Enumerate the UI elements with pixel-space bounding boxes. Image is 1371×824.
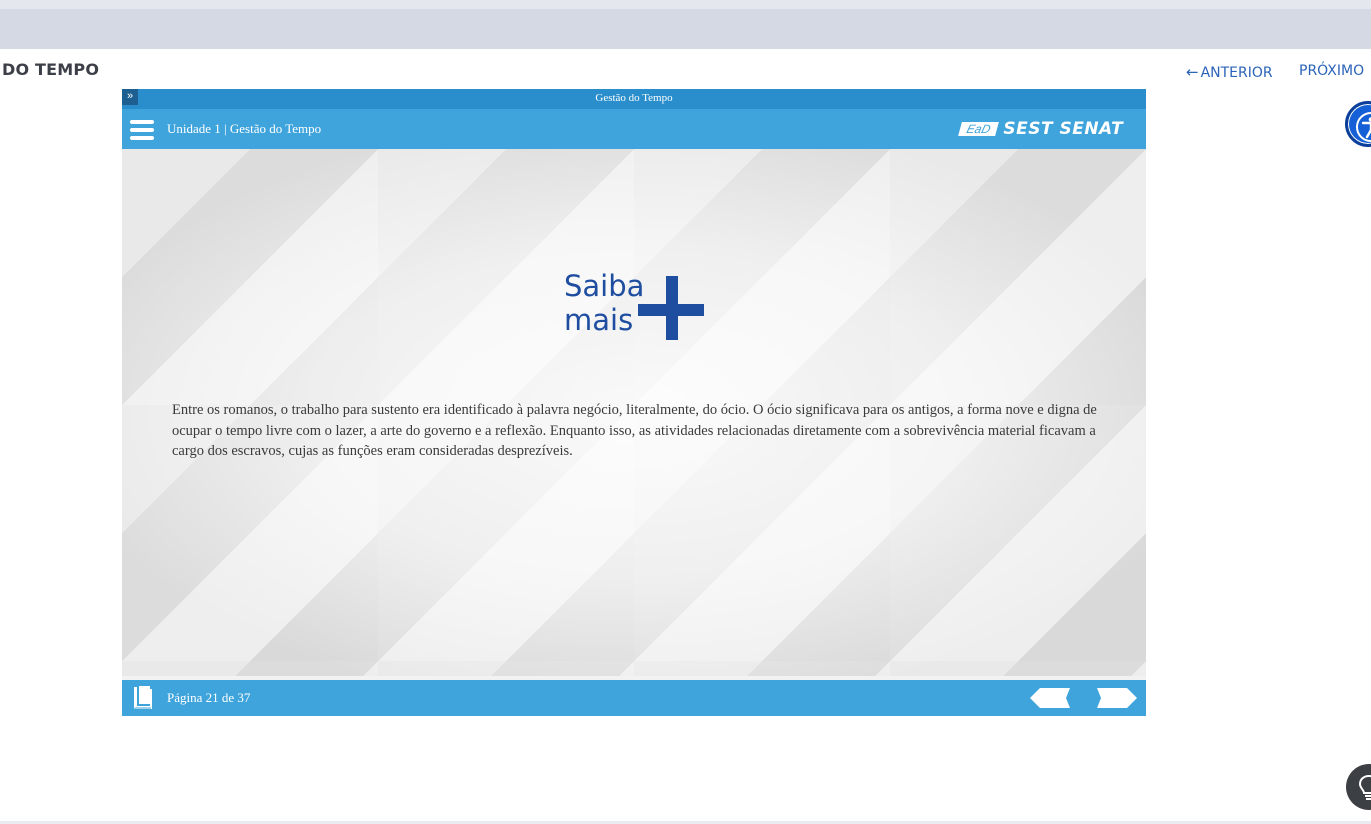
previous-lesson-link[interactable]: ← ANTERIOR [1186,63,1273,81]
course-player: Gestão do Tempo » Unidade 1 | Gestão do … [122,89,1146,716]
prev-page-button[interactable] [1030,688,1072,708]
accessibility-button[interactable] [1345,101,1371,147]
lightbulb-icon [1358,774,1371,800]
unit-title: Unidade 1 | Gestão do Tempo [167,121,322,136]
course-top-bar [0,9,1371,49]
previous-lesson-label: ANTERIOR [1200,65,1273,81]
slide-body-text: Entre os romanos, o trabalho para susten… [172,402,1097,459]
browser-top-strip [0,0,1371,9]
player-window-title: Gestão do Tempo [595,92,673,104]
player-title-bar: Gestão do Tempo [122,89,1146,109]
slide-content: Saiba mais Entre os romanos, o trabalho … [122,149,1146,676]
prev-arrow-icon [1030,688,1070,708]
player-header: Unidade 1 | Gestão do Tempo EaD SEST SEN… [122,109,1146,149]
next-page-button[interactable] [1095,688,1137,708]
player-footer: Página 21 de 37 [122,680,1146,716]
hint-button[interactable] [1346,764,1371,810]
book-icon[interactable] [132,685,154,716]
ead-badge: EaD [958,122,1000,136]
page-counter: Página 21 de 37 [167,690,251,705]
saiba-mais-heading: Saiba mais [564,267,714,345]
expand-icon[interactable]: » [122,89,138,105]
brand-name: SEST SENAT [1003,119,1124,139]
heading-line-2: mais [564,303,634,337]
accessibility-icon [1356,112,1371,142]
sest-senat-logo: EaD SEST SENAT [958,119,1124,139]
plus-icon-vertical [666,276,678,340]
next-lesson-link[interactable]: PRÓXIMO [1299,63,1364,79]
arrow-left-icon: ← [1186,63,1199,81]
menu-icon[interactable] [130,120,154,140]
next-arrow-icon [1097,688,1137,708]
heading-line-1: Saiba [564,269,645,303]
course-title: DO TEMPO [2,60,100,79]
saiba-mais-text: Saiba mais [564,269,644,337]
